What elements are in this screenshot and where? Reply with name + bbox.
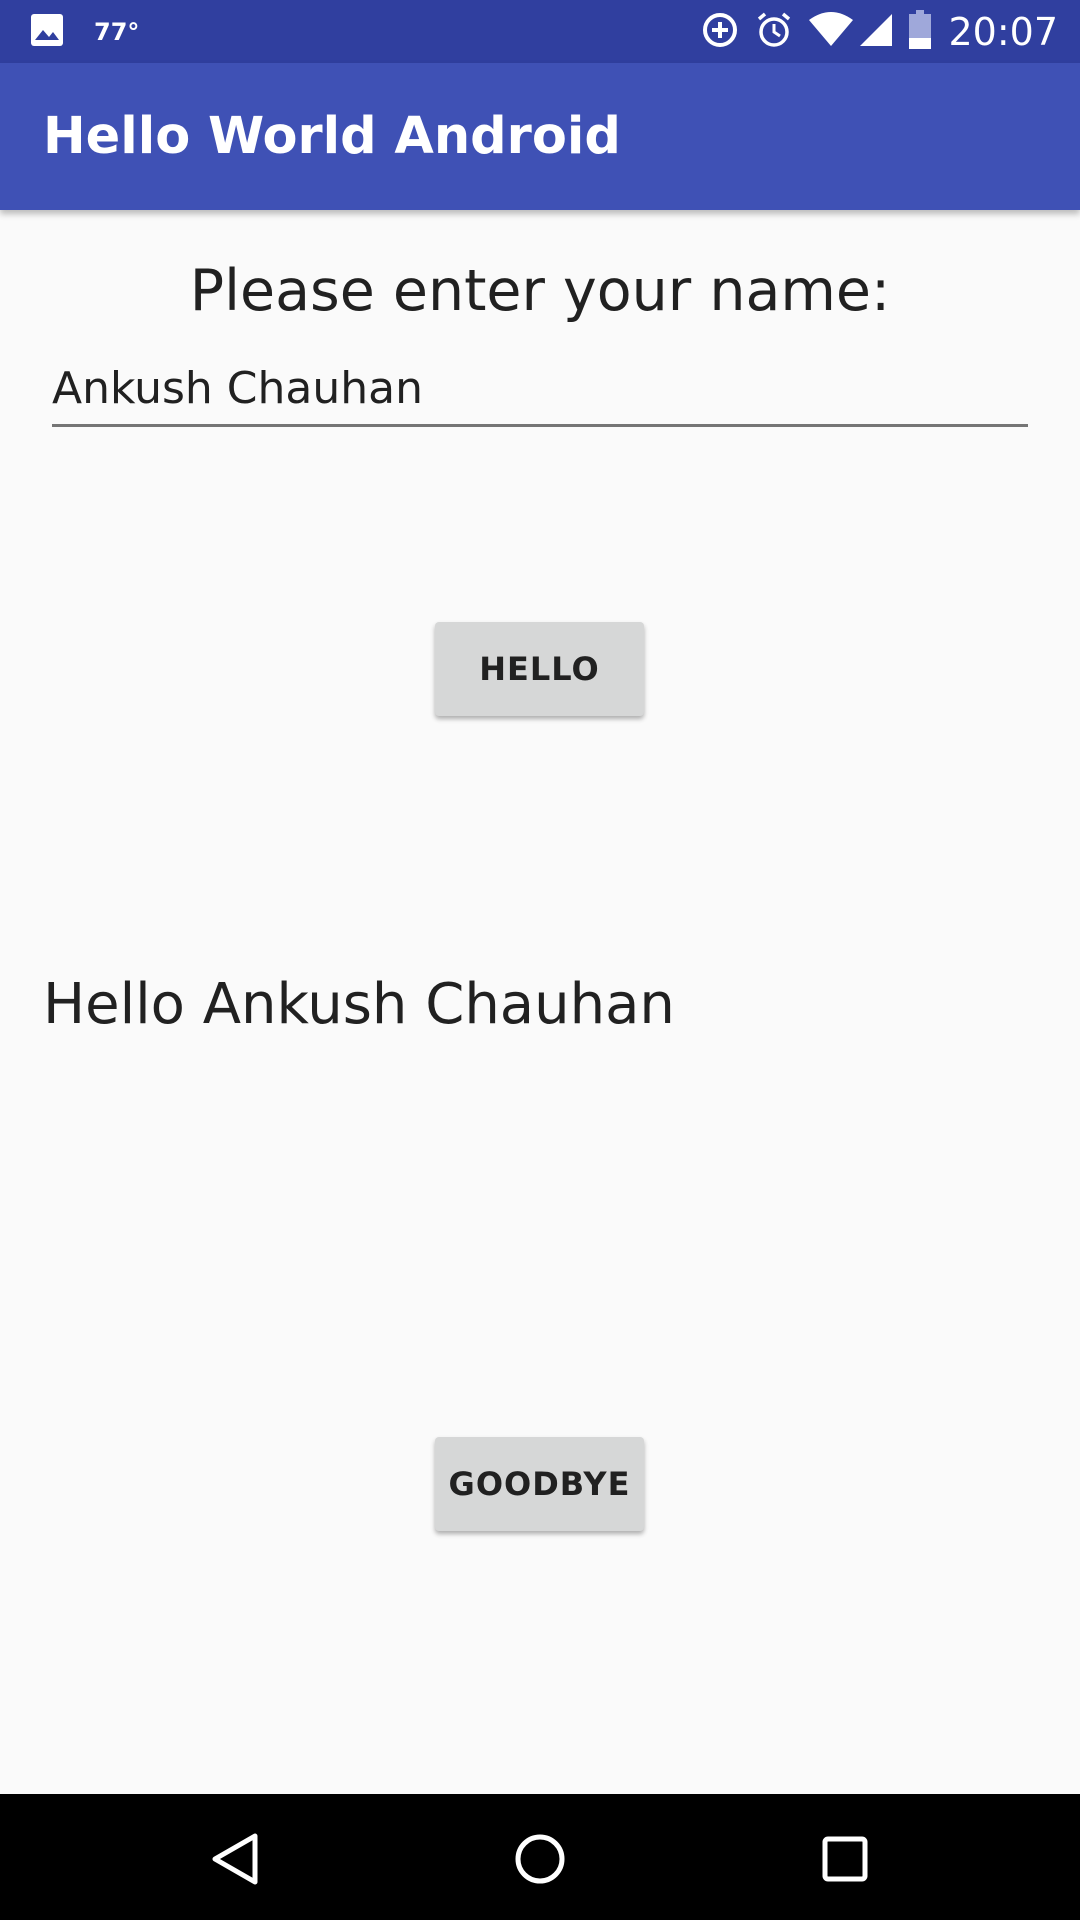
status-bar: 77° 20:07 <box>0 0 1080 63</box>
battery-icon <box>908 9 932 54</box>
navigation-bar <box>0 1794 1080 1920</box>
clock-text: 20:07 <box>948 9 1058 54</box>
name-input[interactable] <box>52 352 1028 427</box>
temperature-text: 77° <box>94 17 140 46</box>
recents-icon[interactable] <box>815 1829 875 1889</box>
name-prompt-label: Please enter your name: <box>189 258 891 324</box>
signal-icon <box>858 12 894 52</box>
home-icon[interactable] <box>510 1829 570 1889</box>
app-bar: Hello World Android <box>0 63 1080 210</box>
wifi-icon <box>808 11 854 52</box>
hello-button[interactable]: HELLO <box>435 622 644 716</box>
image-icon <box>30 13 64 51</box>
app-title: Hello World Android <box>43 107 621 166</box>
alarm-icon <box>754 10 794 54</box>
data-saver-icon <box>700 10 740 54</box>
goodbye-button[interactable]: GOODBYE <box>435 1437 644 1531</box>
back-icon[interactable] <box>205 1829 265 1889</box>
greeting-text: Hello Ankush Chauhan <box>43 972 675 1037</box>
